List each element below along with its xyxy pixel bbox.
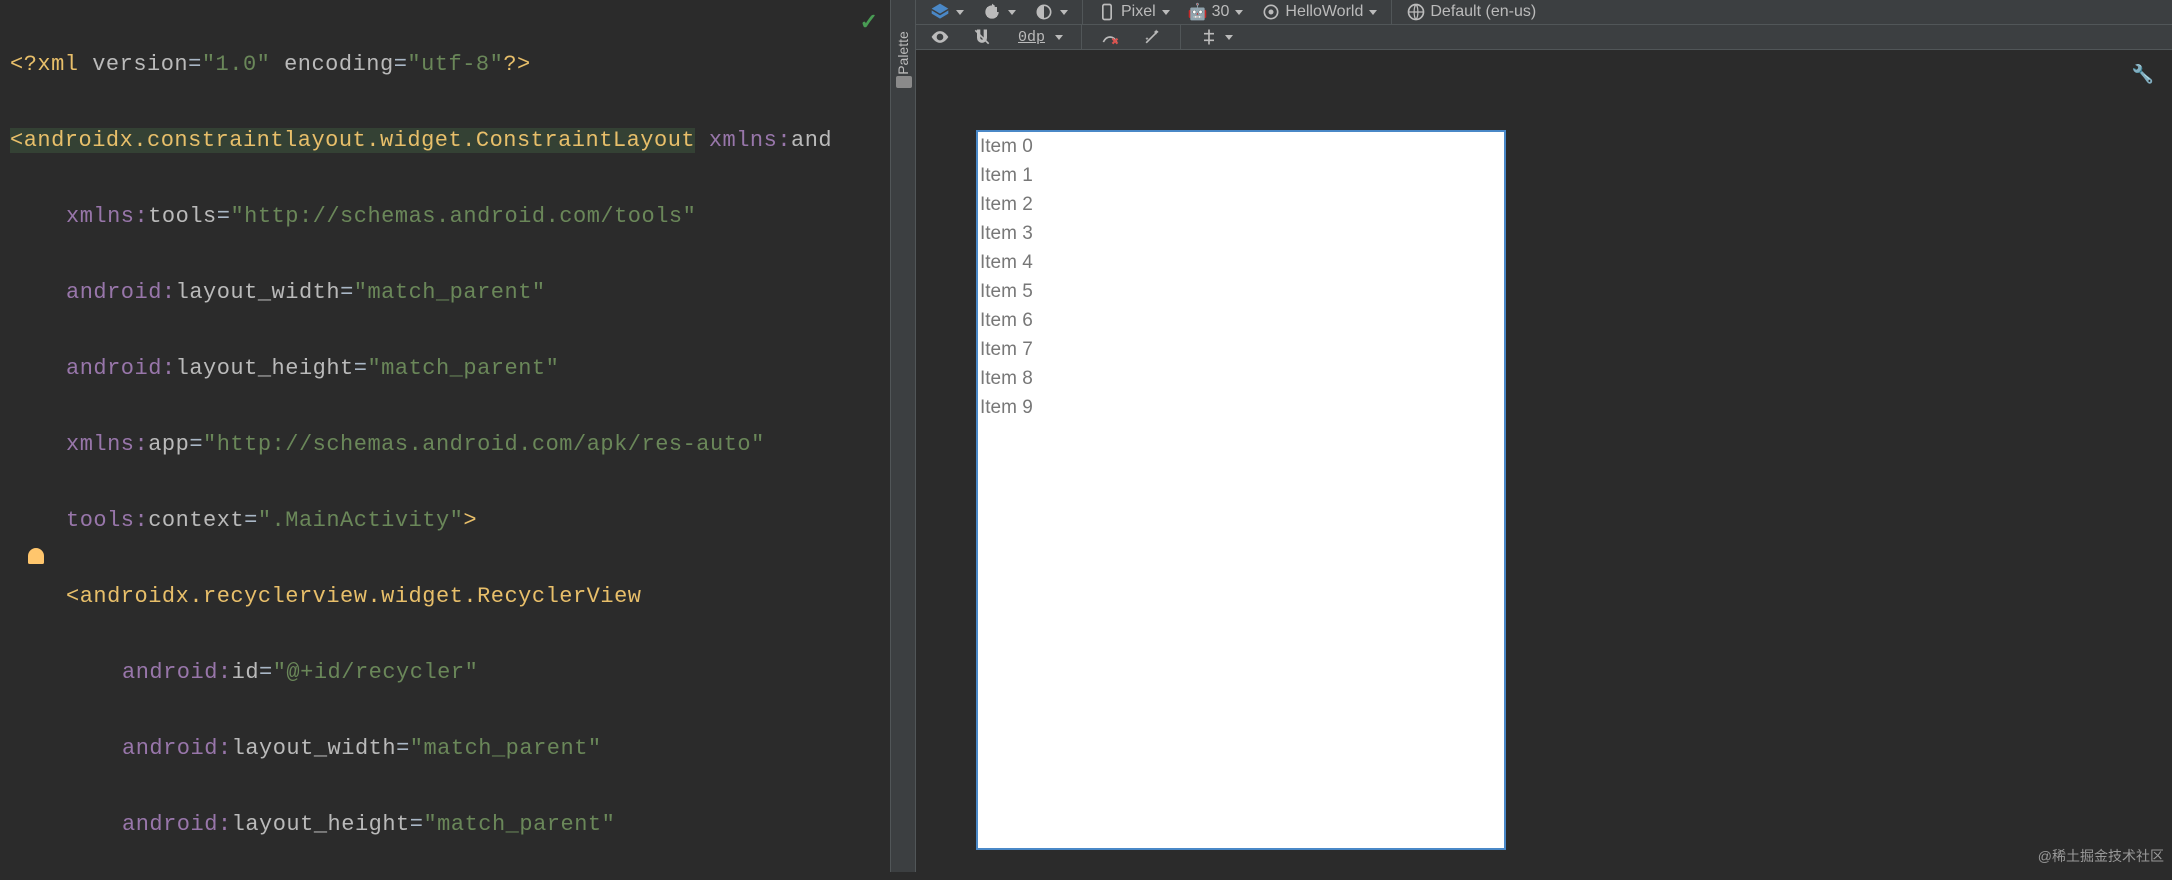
palette-label: Palette [895,31,911,75]
device-frame[interactable]: Item 0Item 1Item 2Item 3Item 4Item 5Item… [976,130,1506,850]
phone-icon [1097,2,1117,22]
android-icon: 🤖 [1188,2,1208,22]
view-options-button[interactable] [926,25,954,49]
design-toolbar-top: Pixel 🤖 30 HelloWorld Default (en-us) [916,0,2172,25]
locale-label: Default (en-us) [1430,3,1536,21]
analysis-ok-icon: ✓ [860,10,878,36]
list-item: Item 1 [978,161,1504,190]
layout-preview: Pixel 🤖 30 HelloWorld Default (en-us) 0d… [916,0,2172,872]
clear-constraints-icon [1100,27,1120,47]
list-item: Item 5 [978,277,1504,306]
list-item: Item 4 [978,248,1504,277]
code-editor[interactable]: ✓ <?xml version="1.0" encoding="utf-8"?>… [0,0,890,872]
rotate-icon [982,2,1002,22]
recycler-preview: Item 0Item 1Item 2Item 3Item 4Item 5Item… [978,132,1504,422]
theme-icon [1261,2,1281,22]
orientation-button[interactable] [978,0,1020,24]
wand-icon [1142,27,1162,47]
theme-selector[interactable]: HelloWorld [1257,0,1381,24]
magnet-icon [972,27,992,47]
component-tree-icon[interactable] [896,76,912,88]
device-label: Pixel [1121,3,1156,21]
globe-icon [1406,2,1426,22]
eye-icon [930,27,950,47]
default-margin-button[interactable]: 0dp [1010,27,1067,48]
layers-icon [930,2,950,22]
locale-selector[interactable]: Default (en-us) [1402,0,1540,24]
infer-constraints-button[interactable] [1138,25,1166,49]
list-item: Item 3 [978,219,1504,248]
list-item: Item 6 [978,306,1504,335]
wrench-icon[interactable]: 🔧 [2132,64,2154,86]
list-item: Item 9 [978,393,1504,422]
clear-constraints-button[interactable] [1096,25,1124,49]
moon-icon [1034,2,1054,22]
device-selector[interactable]: Pixel [1093,0,1174,24]
night-mode-button[interactable] [1030,0,1072,24]
code-content: <?xml version="1.0" encoding="utf-8"?> <… [10,8,832,872]
watermark: @稀土掘金技术社区 [2038,846,2164,866]
list-item: Item 0 [978,132,1504,161]
theme-label: HelloWorld [1285,3,1363,21]
palette-sidebar[interactable]: Palette [890,0,916,872]
design-surface[interactable]: 🔧 Item 0Item 1Item 2Item 3Item 4Item 5It… [916,50,2172,880]
list-item: Item 2 [978,190,1504,219]
margin-value: 0dp [1014,29,1049,46]
list-item: Item 7 [978,335,1504,364]
design-toolbar-second: 0dp [916,25,2172,50]
api-label: 30 [1212,3,1230,21]
list-item: Item 8 [978,364,1504,393]
design-surface-button[interactable] [926,0,968,24]
guideline-icon [1199,27,1219,47]
api-selector[interactable]: 🤖 30 [1184,0,1248,24]
autoconnect-button[interactable] [968,25,996,49]
guidelines-button[interactable] [1195,25,1237,49]
